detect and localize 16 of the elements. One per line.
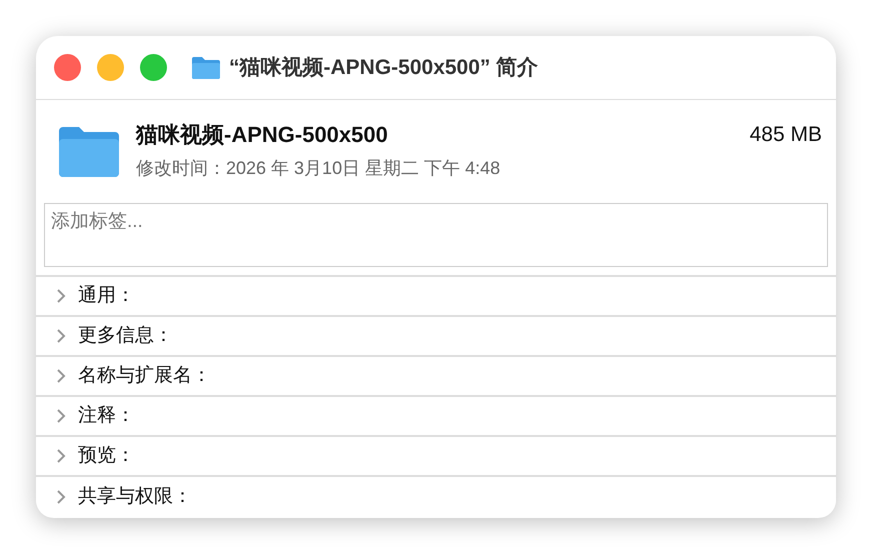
tags-field[interactable]: 添加标签... [44, 203, 828, 267]
section-header[interactable]: 名称与扩展名： [36, 357, 836, 397]
file-size: 485 MB [750, 122, 822, 148]
zoom-button[interactable] [140, 54, 167, 81]
window-title: “猫咪视频-APNG-500x500” 简介 [229, 54, 538, 81]
file-name: 猫咪视频-APNG-500x500 [136, 121, 388, 149]
section-header[interactable]: 通用： [36, 277, 836, 317]
section-header[interactable]: 注释： [36, 397, 836, 437]
modified-date: 修改时间：2026 年 3月10日 星期二 下午 4:48 [136, 157, 502, 180]
folder-icon [58, 126, 120, 178]
section-header[interactable]: 预览： [36, 437, 836, 477]
close-button[interactable] [54, 54, 81, 81]
minimize-button[interactable] [97, 54, 124, 81]
section-header[interactable]: 更多信息： [36, 317, 836, 357]
folder-icon [191, 56, 221, 80]
section-header[interactable]: 共享与权限： [36, 477, 836, 517]
